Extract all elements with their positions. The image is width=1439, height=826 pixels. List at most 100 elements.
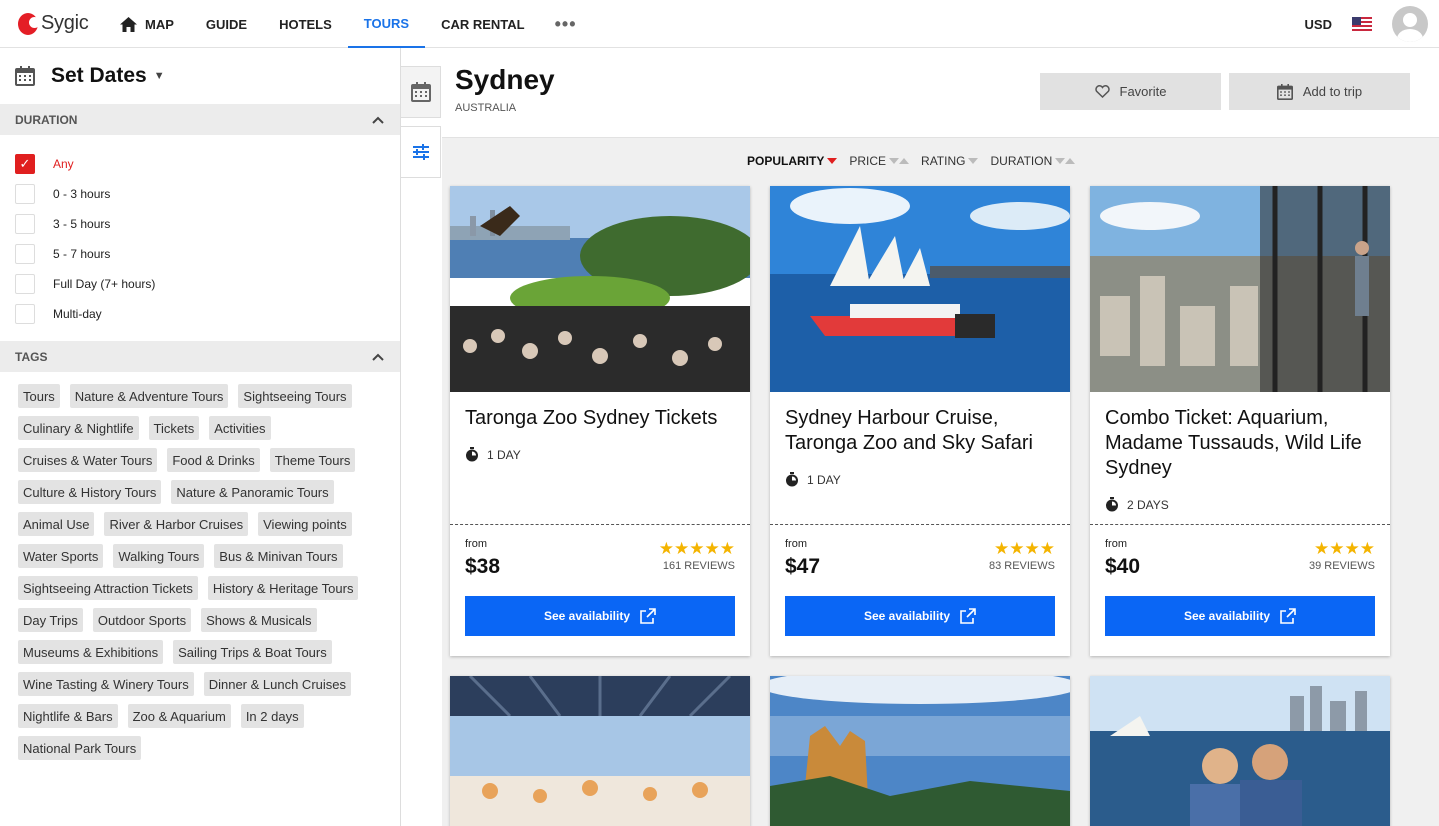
tag-chip[interactable]: Museums & Exhibitions: [18, 640, 164, 664]
nav-map[interactable]: MAP: [104, 0, 190, 48]
card-divider: [450, 524, 750, 525]
tag-chip[interactable]: Bus & Minivan Tours: [214, 544, 343, 568]
sygic-logo-text: Sygic: [41, 12, 89, 34]
nav-guide[interactable]: GUIDE: [190, 0, 263, 48]
dates-panel-toggle[interactable]: [401, 66, 441, 118]
tag-chip[interactable]: Day Trips: [18, 608, 83, 632]
tour-card[interactable]: Sydney Harbour Cruise, Taronga Zoo and S…: [770, 186, 1070, 656]
tour-card[interactable]: Taronga Zoo Sydney Tickets 1 DAY from $3…: [450, 186, 750, 656]
favorite-button[interactable]: Favorite: [1040, 73, 1221, 110]
set-dates-control[interactable]: Set Dates ▼: [0, 48, 400, 104]
tag-chip[interactable]: Outdoor Sports: [92, 608, 192, 632]
tag-chip[interactable]: History & Heritage Tours: [207, 576, 359, 600]
tour-card[interactable]: [770, 676, 1070, 826]
tour-card[interactable]: [450, 676, 750, 826]
sygic-logo[interactable]: Sygic: [18, 12, 89, 35]
more-icon[interactable]: •••: [541, 0, 591, 48]
currency-selector[interactable]: USD: [1305, 17, 1332, 32]
sort-price[interactable]: PRICE: [849, 154, 910, 168]
tag-chip[interactable]: Nature & Adventure Tours: [69, 384, 229, 408]
external-link-icon: [640, 608, 656, 624]
top-navigation: Sygic MAP GUIDE HOTELS TOURS CAR RENTAL …: [0, 0, 1439, 48]
sort-rating[interactable]: RATING: [921, 154, 979, 168]
tag-chip[interactable]: In 2 days: [240, 704, 304, 728]
see-availability-button[interactable]: See availability: [1105, 596, 1375, 636]
tags-section-header[interactable]: TAGS: [0, 341, 400, 372]
duration-option-0-3[interactable]: 0 - 3 hours: [15, 179, 400, 209]
nav-hotels[interactable]: HOTELS: [263, 0, 348, 48]
tour-photo-harbour[interactable]: [770, 186, 1070, 392]
tour-duration: 1 DAY: [465, 447, 521, 462]
review-count[interactable]: 161 REVIEWS: [663, 560, 735, 572]
tour-card[interactable]: Combo Ticket: Aquarium, Madame Tussauds,…: [1090, 186, 1390, 656]
tours-main: Sydney AUSTRALIA Favorite Add to trip PO…: [442, 48, 1439, 826]
duration-option-full-day[interactable]: Full Day (7+ hours): [15, 269, 400, 299]
tour-card[interactable]: [1090, 676, 1390, 826]
tag-chip[interactable]: Culture & History Tours: [18, 480, 162, 504]
tag-chip[interactable]: Dinner & Lunch Cruises: [203, 672, 351, 696]
checkbox[interactable]: [15, 274, 35, 294]
review-count[interactable]: 39 REVIEWS: [1309, 560, 1375, 572]
nav-car-rental[interactable]: CAR RENTAL: [425, 0, 541, 48]
checkbox[interactable]: [15, 214, 35, 234]
duration-option-any[interactable]: ✓ Any: [15, 149, 400, 179]
add-to-trip-button[interactable]: Add to trip: [1229, 73, 1410, 110]
tour-price: $47: [785, 555, 821, 578]
tag-chip[interactable]: Culinary & Nightlife: [18, 416, 139, 440]
tag-chip[interactable]: Zoo & Aquarium: [127, 704, 231, 728]
duration-option-multi-day[interactable]: Multi-day: [15, 299, 400, 329]
tag-chip[interactable]: Viewing points: [258, 512, 352, 536]
review-count[interactable]: 83 REVIEWS: [989, 560, 1055, 572]
tag-chip[interactable]: Tours: [18, 384, 60, 408]
external-link-icon: [1280, 608, 1296, 624]
checkbox-checked[interactable]: ✓: [15, 154, 35, 174]
nav-map-label: MAP: [145, 16, 174, 32]
tags-heading: TAGS: [15, 349, 48, 364]
nav-tours[interactable]: TOURS: [347, 0, 426, 48]
sort-duration[interactable]: DURATION: [990, 154, 1076, 168]
tag-chip[interactable]: Tickets: [148, 416, 200, 440]
tag-chip[interactable]: Water Sports: [18, 544, 104, 568]
tour-title[interactable]: Combo Ticket: Aquarium, Madame Tussauds,…: [1105, 406, 1380, 481]
tag-chip[interactable]: Theme Tours: [269, 448, 356, 472]
duration-option-3-5[interactable]: 3 - 5 hours: [15, 209, 400, 239]
card-divider: [770, 524, 1070, 525]
tag-chip[interactable]: Wine Tasting & Winery Tours: [18, 672, 194, 696]
sort-popularity[interactable]: POPULARITY: [747, 154, 838, 168]
tag-chip[interactable]: Activities: [209, 416, 271, 440]
tag-chip[interactable]: Nightlife & Bars: [18, 704, 118, 728]
tour-title[interactable]: Sydney Harbour Cruise, Taronga Zoo and S…: [785, 406, 1060, 456]
tag-chip[interactable]: Sailing Trips & Boat Tours: [173, 640, 332, 664]
tag-chip[interactable]: Walking Tours: [113, 544, 205, 568]
tag-chip[interactable]: River & Harbor Cruises: [104, 512, 249, 536]
tag-chip[interactable]: Food & Drinks: [167, 448, 260, 472]
tour-photo-restaurant[interactable]: [450, 676, 750, 826]
tour-photo-tower[interactable]: [1090, 186, 1390, 392]
tour-photo-zoo[interactable]: [450, 186, 750, 392]
tag-chip[interactable]: Sightseeing Attraction Tickets: [18, 576, 198, 600]
us-flag-icon[interactable]: [1352, 17, 1372, 31]
checkbox[interactable]: [15, 304, 35, 324]
country-label: AUSTRALIA: [455, 102, 517, 114]
checkbox[interactable]: [15, 244, 35, 264]
tour-photo-bridge-climb[interactable]: [1090, 676, 1390, 826]
sort-label: POPULARITY: [747, 154, 825, 168]
favorite-label: Favorite: [1119, 84, 1167, 99]
see-availability-button[interactable]: See availability: [465, 596, 735, 636]
duration-section-header[interactable]: DURATION: [0, 104, 400, 135]
tag-chip[interactable]: Sightseeing Tours: [238, 384, 352, 408]
tag-chip[interactable]: National Park Tours: [18, 736, 142, 760]
tag-chip[interactable]: Cruises & Water Tours: [18, 448, 158, 472]
see-availability-button[interactable]: See availability: [785, 596, 1055, 636]
tag-chip[interactable]: Animal Use: [18, 512, 95, 536]
tour-title[interactable]: Taronga Zoo Sydney Tickets: [465, 406, 740, 431]
checkbox[interactable]: [15, 184, 35, 204]
sliders-icon: [412, 144, 429, 160]
tag-chip[interactable]: Shows & Musicals: [201, 608, 317, 632]
account-tools: USD: [1305, 0, 1439, 48]
tag-chip[interactable]: Nature & Panoramic Tours: [171, 480, 334, 504]
tour-photo-blue-mountains[interactable]: [770, 676, 1070, 826]
avatar[interactable]: [1392, 6, 1428, 42]
filters-panel-toggle[interactable]: [401, 126, 441, 178]
duration-option-5-7[interactable]: 5 - 7 hours: [15, 239, 400, 269]
